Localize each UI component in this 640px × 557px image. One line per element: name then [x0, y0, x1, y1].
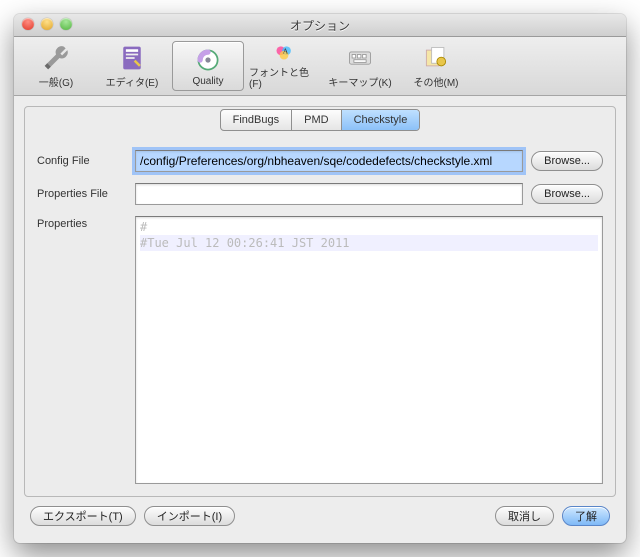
- toolbar-item-quality[interactable]: Quality: [172, 41, 244, 91]
- toolbar-item-keymap[interactable]: キーマップ(K): [324, 41, 396, 91]
- tab-pmd[interactable]: PMD: [292, 110, 341, 130]
- close-icon[interactable]: [22, 18, 34, 30]
- ok-button[interactable]: 了解: [562, 506, 610, 526]
- properties-label: Properties: [37, 216, 127, 230]
- quality-tabs: FindBugs PMD Checkstyle: [220, 109, 421, 131]
- misc-icon: [422, 44, 450, 72]
- wrench-icon: [42, 44, 70, 72]
- properties-file-input[interactable]: [135, 183, 523, 205]
- properties-textarea[interactable]: # #Tue Jul 12 00:26:41 JST 2011: [135, 216, 603, 484]
- import-button[interactable]: インポート(I): [144, 506, 235, 526]
- properties-file-label: Properties File: [37, 188, 127, 200]
- keymap-icon: [346, 44, 374, 72]
- zoom-icon[interactable]: [60, 18, 72, 30]
- tab-findbugs[interactable]: FindBugs: [221, 110, 292, 130]
- browse-config-button[interactable]: Browse...: [531, 151, 603, 171]
- window-title: オプション: [290, 17, 350, 34]
- editor-icon: [118, 44, 146, 72]
- dialog-buttons: エクスポート(T) インポート(I) 取消し 了解: [24, 497, 616, 535]
- browse-properties-button[interactable]: Browse...: [531, 184, 603, 204]
- config-file-label: Config File: [37, 155, 127, 167]
- titlebar: オプション: [14, 14, 626, 37]
- tab-checkstyle[interactable]: Checkstyle: [342, 110, 420, 130]
- cancel-button[interactable]: 取消し: [495, 506, 554, 526]
- toolbar-item-fonts-colors[interactable]: A フォントと色(F): [248, 41, 320, 91]
- toolbar-item-general[interactable]: 一般(G): [20, 41, 92, 91]
- category-toolbar: 一般(G) エディタ(E) Quality A フォントと色(F) キーマップ(…: [14, 37, 626, 96]
- window-controls: [22, 18, 72, 30]
- toolbar-item-editor[interactable]: エディタ(E): [96, 41, 168, 91]
- options-window: オプション 一般(G) エディタ(E) Quality A フォントと色(F) …: [14, 14, 626, 543]
- svg-text:A: A: [283, 46, 289, 55]
- quality-icon: [194, 46, 222, 74]
- options-panel: FindBugs PMD Checkstyle Config File Brow…: [24, 106, 616, 497]
- export-button[interactable]: エクスポート(T): [30, 506, 136, 526]
- minimize-icon[interactable]: [41, 18, 53, 30]
- fonts-colors-icon: A: [270, 42, 298, 62]
- config-file-input[interactable]: [135, 150, 523, 172]
- toolbar-item-misc[interactable]: その他(M): [400, 41, 472, 91]
